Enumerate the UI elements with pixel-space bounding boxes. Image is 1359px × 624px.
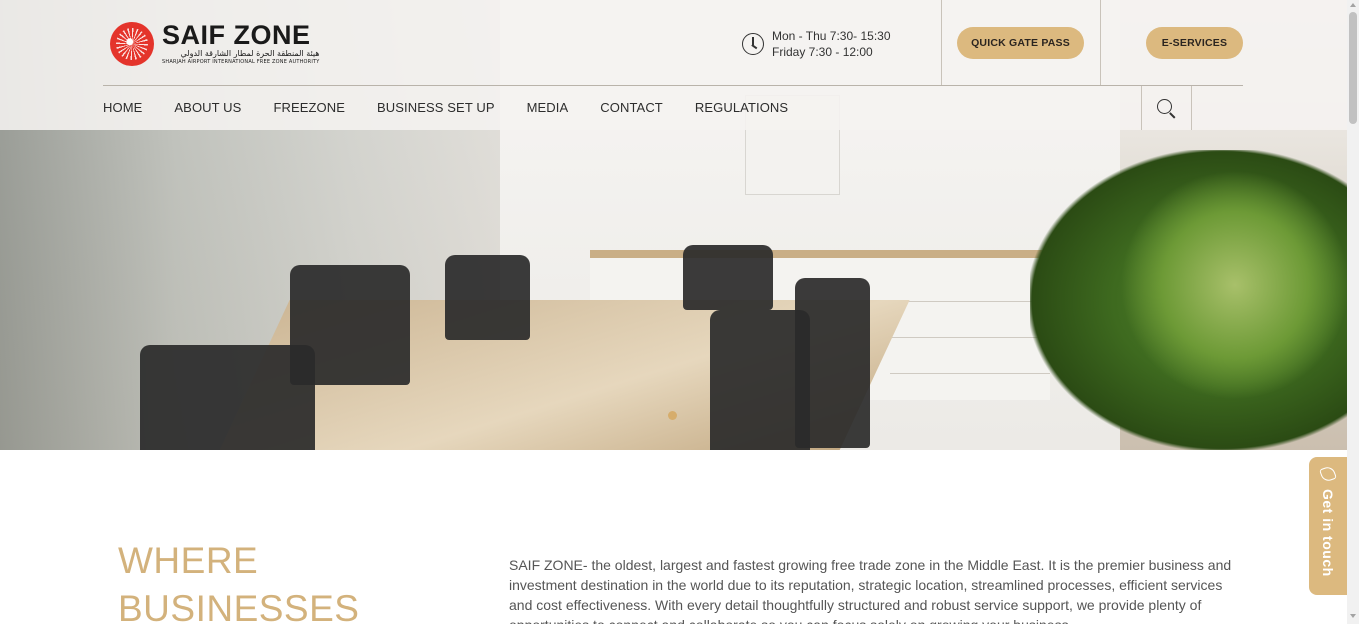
header-divider bbox=[941, 0, 942, 85]
phone-icon bbox=[1319, 465, 1337, 483]
cabinet-drawer bbox=[890, 306, 1050, 338]
hero-chair bbox=[445, 255, 530, 340]
section-headline: WHERE BUSINESSES bbox=[118, 537, 359, 624]
nav-item-freezone[interactable]: FREEZONE bbox=[273, 100, 345, 115]
hours-text: Mon - Thu 7:30- 15:30 Friday 7:30 - 12:0… bbox=[772, 28, 891, 60]
quick-gate-pass-button[interactable]: QUICK GATE PASS bbox=[957, 27, 1084, 59]
hero-plant-leaf bbox=[1120, 170, 1347, 400]
intro-paragraph: SAIF ZONE- the oldest, largest and faste… bbox=[509, 557, 1232, 624]
get-in-touch-tab[interactable]: Get in touch bbox=[1309, 457, 1347, 595]
e-services-button[interactable]: E-SERVICES bbox=[1146, 27, 1243, 59]
cabinet-drawer bbox=[890, 270, 1050, 302]
logo-text: SAIF ZONE هيئة المنطقة الحرة لمطار الشار… bbox=[162, 21, 320, 66]
working-hours: Mon - Thu 7:30- 15:30 Friday 7:30 - 12:0… bbox=[742, 28, 891, 60]
logo-subtitle: SHARJAH AIRPORT INTERNATIONAL FREE ZONE … bbox=[162, 59, 320, 65]
nav-item-regulations[interactable]: REGULATIONS bbox=[695, 100, 788, 115]
search-icon bbox=[1157, 98, 1172, 114]
hero-chair bbox=[795, 278, 870, 448]
get-in-touch-label: Get in touch bbox=[1320, 489, 1336, 577]
nav-item-media[interactable]: MEDIA bbox=[527, 100, 569, 115]
site-header: SAIF ZONE هيئة المنطقة الحرة لمطار الشار… bbox=[0, 0, 1347, 130]
nav-item-contact[interactable]: CONTACT bbox=[600, 100, 663, 115]
scroll-up-arrow-icon[interactable] bbox=[1350, 3, 1356, 7]
headline-line-2: BUSINESSES bbox=[118, 588, 360, 624]
logo-title: SAIF ZONE bbox=[162, 20, 311, 50]
saif-zone-logo[interactable]: SAIF ZONE هيئة المنطقة الحرة لمطار الشار… bbox=[110, 21, 320, 66]
header-divider bbox=[1100, 0, 1101, 85]
page-scrollbar[interactable] bbox=[1347, 0, 1359, 624]
clock-icon bbox=[742, 33, 764, 55]
hero-chair bbox=[140, 345, 315, 450]
headline-line-1: WHERE bbox=[118, 540, 259, 581]
hours-friday: Friday 7:30 - 12:00 bbox=[772, 45, 873, 59]
header-separator bbox=[103, 85, 1243, 86]
scroll-thumb[interactable] bbox=[1349, 12, 1357, 124]
slider-dot[interactable] bbox=[668, 411, 677, 420]
logo-arabic: هيئة المنطقة الحرة لمطار الشارقة الدولي bbox=[180, 49, 320, 58]
nav-item-about-us[interactable]: ABOUT US bbox=[174, 100, 241, 115]
search-button[interactable] bbox=[1141, 86, 1192, 130]
hours-weekday: Mon - Thu 7:30- 15:30 bbox=[772, 29, 891, 43]
scroll-down-arrow-icon[interactable] bbox=[1350, 614, 1356, 618]
nav-item-home[interactable]: HOME bbox=[103, 100, 142, 115]
cabinet-drawer bbox=[890, 342, 1050, 374]
nav-item-business-set-up[interactable]: BUSINESS SET UP bbox=[377, 100, 495, 115]
hero-chair bbox=[683, 245, 773, 310]
main-nav: HOME ABOUT US FREEZONE BUSINESS SET UP M… bbox=[103, 100, 820, 115]
logo-emblem-icon bbox=[110, 21, 154, 66]
